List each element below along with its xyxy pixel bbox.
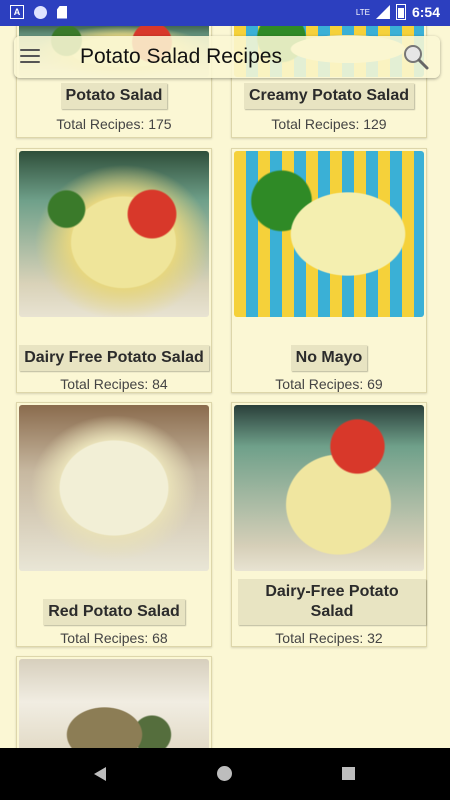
recipe-count: Total Recipes: 84 [60, 376, 168, 392]
search-icon[interactable] [402, 43, 430, 71]
app-title: Potato Salad Recipes [80, 45, 282, 68]
recipe-count: Total Recipes: 175 [56, 116, 172, 132]
recipe-card[interactable]: Dairy-Free Potato Salad Total Recipes: 3… [231, 402, 427, 647]
recipe-count: Total Recipes: 68 [60, 630, 168, 646]
recipe-card[interactable]: No Mayo Total Recipes: 69 [231, 148, 427, 393]
recipe-count: Total Recipes: 129 [271, 116, 387, 132]
recipe-image [234, 405, 424, 571]
back-triangle-icon[interactable] [94, 767, 106, 781]
sd-card-icon [57, 5, 67, 19]
hamburger-menu-icon[interactable] [20, 46, 44, 68]
app-bar: Potato Salad Recipes [14, 36, 440, 78]
status-time: 6:54 [411, 4, 440, 20]
status-bar: A LTE 6:54 [0, 0, 450, 26]
recipe-title: Dairy Free Potato Salad [19, 345, 209, 371]
recipe-title: Red Potato Salad [43, 599, 185, 625]
recipe-count: Total Recipes: 69 [275, 376, 383, 392]
signal-icon [375, 5, 390, 19]
recipe-card[interactable] [16, 656, 212, 748]
recents-square-icon[interactable] [342, 767, 355, 780]
recipe-image [19, 659, 209, 748]
network-type: LTE [355, 7, 370, 17]
home-circle-icon[interactable] [217, 766, 232, 781]
recipe-title: No Mayo [290, 345, 368, 371]
recipe-image [19, 405, 209, 571]
recipe-card[interactable]: Dairy Free Potato Salad Total Recipes: 8… [16, 148, 212, 393]
recipe-count: Total Recipes: 32 [275, 630, 383, 646]
system-nav-bar [0, 748, 450, 800]
recipe-title: Potato Salad [60, 83, 168, 109]
recipe-card[interactable]: Red Potato Salad Total Recipes: 68 [16, 402, 212, 647]
notification-a-icon: A [10, 5, 24, 19]
recipe-image [234, 151, 424, 317]
recipe-image [19, 151, 209, 317]
recipe-title: Creamy Potato Salad [243, 83, 415, 109]
sync-circle-icon [34, 5, 47, 19]
battery-icon [395, 4, 406, 20]
recipe-title: Dairy-Free Potato Salad [238, 579, 426, 625]
recipe-grid[interactable]: Potato Salad Total Recipes: 175 Creamy P… [0, 26, 450, 748]
